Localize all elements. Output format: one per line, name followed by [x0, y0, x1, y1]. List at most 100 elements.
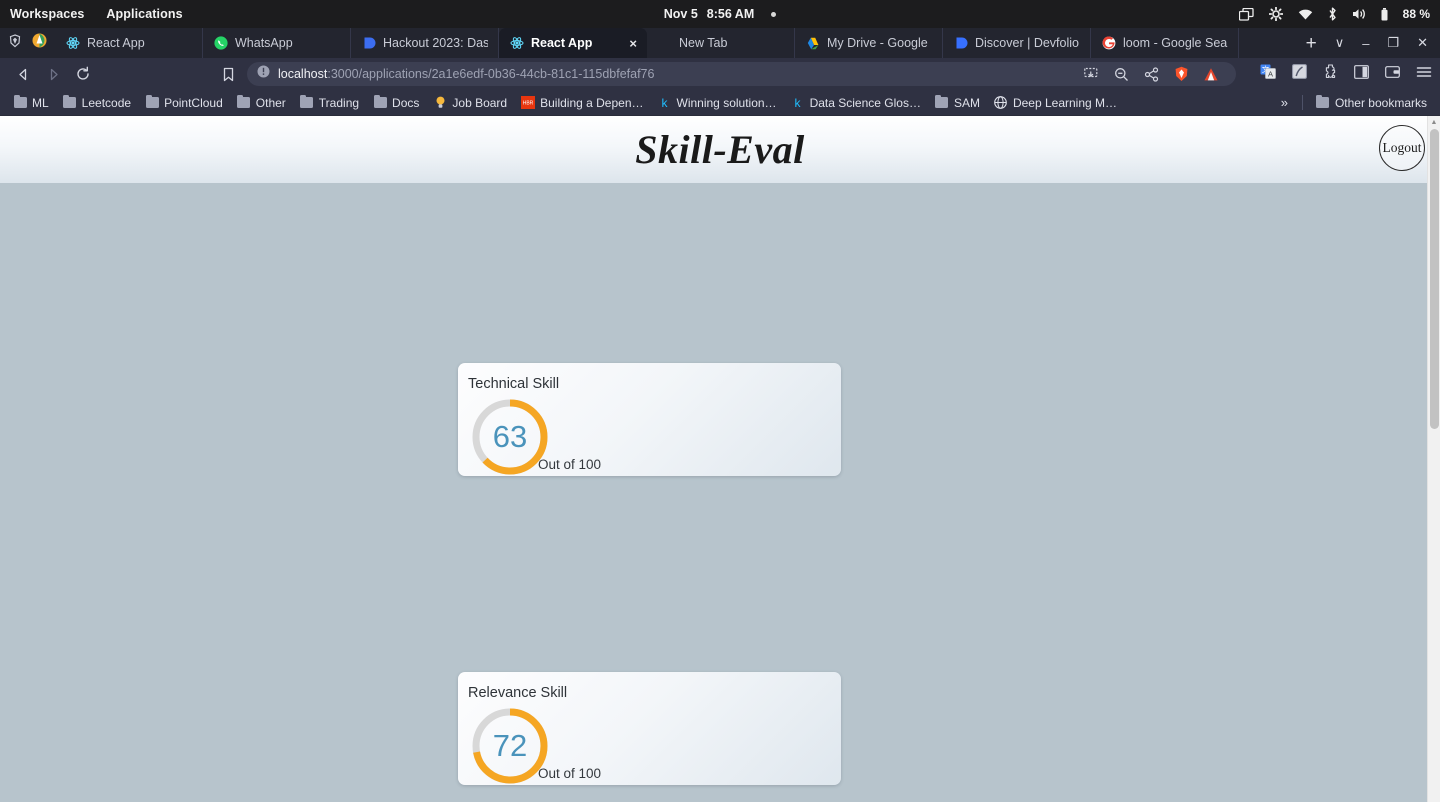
back-arrow-icon[interactable]	[8, 59, 38, 89]
reload-icon[interactable]	[68, 59, 98, 89]
bookmark-icon[interactable]	[213, 59, 243, 89]
bookmark-label: Building a Depen…	[540, 95, 644, 110]
google-drive-icon	[805, 36, 820, 51]
bluetooth-icon[interactable]	[1328, 7, 1337, 21]
svg-text:HBR: HBR	[523, 100, 534, 106]
hamburger-menu-icon[interactable]	[1416, 65, 1432, 84]
bookmark-item-other-bookmarks[interactable]: Other bookmarks	[1309, 94, 1434, 110]
skill-card-relevance: Relevance Skill 72 Out of 100	[458, 672, 841, 785]
bookmark-item-job-board[interactable]: Job Board	[426, 96, 514, 110]
bookmark-item-sam[interactable]: SAM	[928, 94, 987, 110]
gear-icon[interactable]	[1268, 7, 1283, 21]
bookmark-label: Winning solution…	[676, 95, 777, 110]
cast-icon[interactable]	[1076, 59, 1106, 89]
blank-icon	[657, 36, 672, 51]
bookmark-item-pointcloud[interactable]: PointCloud	[138, 94, 230, 110]
logout-button[interactable]: Logout	[1379, 125, 1425, 171]
scroll-up-arrow-icon[interactable]: ▲	[1428, 116, 1440, 129]
vertical-scrollbar[interactable]: ▲	[1427, 116, 1440, 802]
browser-tab-3-active[interactable]: React App ×	[499, 28, 647, 58]
google-icon	[1101, 36, 1116, 51]
viewport-bottom-filler	[0, 802, 1440, 810]
whatsapp-icon	[213, 36, 228, 51]
bookmark-item-leetcode[interactable]: Leetcode	[56, 94, 138, 110]
browser-tab-2[interactable]: Hackout 2023: Dashb	[351, 28, 499, 58]
folder-icon	[13, 94, 27, 110]
tab-title: Discover | Devfolio	[975, 36, 1079, 50]
browser-tab-6[interactable]: Discover | Devfolio	[943, 28, 1091, 58]
notes-extension-icon[interactable]	[1292, 64, 1307, 84]
bookmark-item-deep-learning[interactable]: Deep Learning M…	[987, 96, 1124, 110]
browser-nav-bar: localhost:3000/applications/2a1e6edf-0b3…	[0, 58, 1440, 90]
os-indicator-group: 88 %	[1238, 7, 1440, 21]
browser-tab-7[interactable]: loom - Google Searc	[1091, 28, 1239, 58]
window-close-button[interactable]: ✕	[1417, 35, 1428, 51]
bookmark-item-data-science-glossary[interactable]: k Data Science Glos…	[784, 96, 928, 110]
browser-tab-5[interactable]: My Drive - Google Dr	[795, 28, 943, 58]
folder-icon	[373, 94, 387, 110]
os-menu-workspaces[interactable]: Workspaces	[10, 7, 84, 21]
info-circle-icon[interactable]	[257, 65, 270, 83]
kaggle-icon: k	[791, 96, 805, 110]
screencast-icon[interactable]	[1238, 7, 1254, 21]
folder-icon	[935, 94, 949, 110]
battery-icon[interactable]	[1381, 7, 1388, 21]
url-path: :3000/applications/2a1e6edf-0b36-44cb-81…	[327, 67, 655, 81]
bookmark-item-docs[interactable]: Docs	[366, 94, 426, 110]
brave-leo-icon[interactable]	[1196, 59, 1226, 89]
bookmark-item-building-a-dependency[interactable]: HBR Building a Depen…	[514, 96, 650, 110]
bookmarks-overflow-group: » Other bookmarks	[1273, 94, 1434, 110]
os-top-bar: Workspaces Applications Nov 5 8:56 AM 88…	[0, 0, 1440, 28]
os-menu-group: Workspaces Applications	[0, 7, 183, 21]
google-translate-extension-icon[interactable]: 文A	[1260, 64, 1276, 84]
bookmark-item-ml[interactable]: ML	[6, 94, 56, 110]
brave-vertical-tabs-icon[interactable]	[8, 33, 22, 53]
bulb-icon	[433, 96, 447, 110]
devfolio-icon	[953, 36, 968, 51]
wifi-icon[interactable]	[1298, 9, 1313, 20]
window-minimize-button[interactable]: –	[1362, 36, 1369, 51]
os-time[interactable]: 8:56 AM	[707, 7, 754, 21]
share-icon[interactable]	[1136, 59, 1166, 89]
browser-tab-4[interactable]: New Tab	[647, 28, 795, 58]
bookmark-item-trading[interactable]: Trading	[293, 94, 366, 110]
skill-card-technical: Technical Skill 63 Out of 100	[458, 363, 841, 476]
doc-icon	[361, 36, 376, 51]
tab-title: Hackout 2023: Dashb	[383, 36, 488, 50]
battery-level-label: 88 %	[1402, 7, 1430, 21]
bookmark-item-winning-solution[interactable]: k Winning solution…	[651, 96, 784, 110]
vertical-scrollbar-thumb[interactable]	[1430, 129, 1439, 429]
window-maximize-button[interactable]: ❐	[1387, 35, 1399, 51]
bookmark-label: Docs	[392, 95, 420, 110]
brave-rewards-icon[interactable]	[32, 33, 47, 53]
volume-icon[interactable]	[1352, 8, 1366, 20]
bookmark-label: Leetcode	[81, 95, 132, 110]
tab-title: My Drive - Google Dr	[827, 36, 932, 50]
svg-text:A: A	[1268, 70, 1273, 79]
browser-tab-1[interactable]: WhatsApp	[203, 28, 351, 58]
bookmark-item-other[interactable]: Other	[230, 94, 293, 110]
globe-icon	[994, 96, 1008, 110]
sidebar-panel-icon[interactable]	[1354, 64, 1369, 84]
zoom-out-icon[interactable]	[1106, 59, 1136, 89]
bookmark-label: Job Board	[452, 95, 508, 110]
close-icon[interactable]: ×	[629, 37, 637, 50]
tab-list: React App WhatsApp Hackout 2023: Dashb R…	[55, 28, 1294, 58]
wallet-icon[interactable]	[1385, 65, 1400, 84]
browser-tab-0[interactable]: React App	[55, 28, 203, 58]
card-title: Relevance Skill	[468, 685, 568, 701]
address-bar[interactable]: localhost:3000/applications/2a1e6edf-0b3…	[247, 62, 1236, 86]
os-clock-group: Nov 5 8:56 AM	[0, 7, 1440, 21]
folder-icon	[63, 94, 77, 110]
folder-icon	[145, 94, 159, 110]
bookmarks-bar: ML Leetcode PointCloud Other Trading Doc…	[0, 90, 1440, 116]
card-title: Technical Skill	[468, 376, 560, 392]
bookmarks-overflow-button[interactable]: »	[1273, 95, 1296, 110]
bookmark-label: Other	[255, 95, 286, 110]
os-date[interactable]: Nov 5	[664, 7, 698, 21]
os-menu-applications[interactable]: Applications	[106, 7, 182, 21]
puzzle-extension-icon[interactable]	[1323, 64, 1338, 84]
brave-shields-icon[interactable]	[1166, 59, 1196, 89]
tab-search-button[interactable]: ∨	[1335, 35, 1345, 51]
new-tab-button[interactable]: +	[1306, 34, 1317, 53]
